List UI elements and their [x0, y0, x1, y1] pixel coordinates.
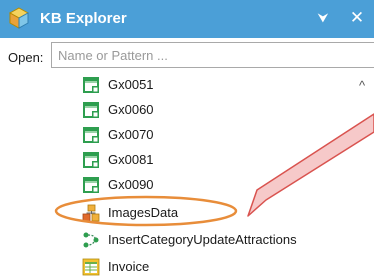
- open-search-input[interactable]: [51, 42, 374, 68]
- tree-item-label: Gx0060: [108, 102, 154, 117]
- tree-item-label: Gx0090: [108, 177, 154, 192]
- table-gx-icon: [83, 152, 99, 168]
- tree-item-label: Gx0051: [108, 77, 154, 92]
- pin-icon[interactable]: ⮟: [312, 6, 334, 30]
- close-icon[interactable]: ✕: [345, 6, 369, 30]
- open-label: Open:: [8, 50, 44, 65]
- table-gx-icon: [83, 102, 99, 118]
- table-gx-icon: [83, 177, 99, 193]
- table-gx-icon: [83, 77, 99, 93]
- object-tree: Gx0051 Gx0060 Gx0070 Gx0081 Gx0090 Image…: [0, 70, 374, 278]
- kb-explorer-icon: [8, 7, 30, 29]
- title-bar: KB Explorer ⮟ ✕: [0, 0, 374, 38]
- tree-item-label: Gx0070: [108, 127, 154, 142]
- procedure-icon: [83, 232, 99, 248]
- tree-item-label: ImagesData: [108, 205, 179, 220]
- transaction-icon: [82, 258, 100, 276]
- table-gx-icon: [83, 127, 99, 143]
- window-title: KB Explorer: [40, 10, 127, 27]
- tree-item-label: Invoice: [108, 259, 150, 274]
- tree-item-label: InsertCategoryUpdateAttractions: [108, 232, 297, 247]
- kb-explorer-window: KB Explorer ⮟ ✕ Open: ^ Gx0051: [0, 0, 374, 278]
- tree-item-label: Gx0081: [108, 152, 154, 167]
- sdt-icon: [82, 204, 100, 222]
